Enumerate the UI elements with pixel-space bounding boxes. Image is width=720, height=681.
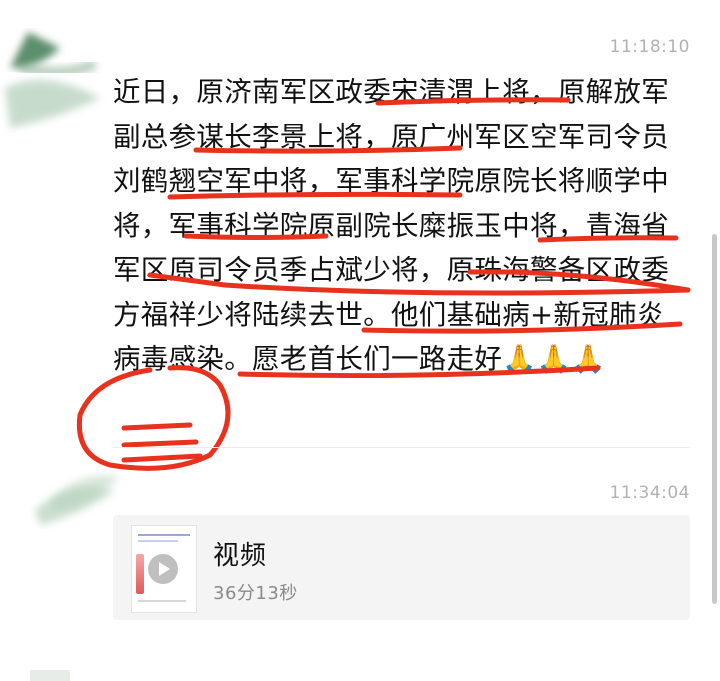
circle-mark [76,365,231,471]
message-text[interactable]: 近日，原济南军区政委宋清渭上将，原解放军副总参谋长李景上将，原广州军区空军司令员… [113,70,683,382]
message-timestamp: 11:18:10 [609,37,690,57]
thumbnail-figure [136,554,144,594]
sender-avatar[interactable] [0,28,110,138]
prayer-emoji: 🙏🙏🙏 [502,343,606,375]
video-timestamp: 11:34:04 [609,483,690,503]
thumbnail-line [138,534,190,536]
video-sender-avatar[interactable] [40,455,130,515]
video-title: 视频 [213,541,268,571]
video-duration: 36分13秒 [213,583,298,604]
message-body: 近日，原济南军区政委宋清渭上将，原解放军副总参谋长李景上将，原广州军区空军司令员… [113,76,669,375]
message-divider [113,447,690,448]
next-avatar[interactable] [30,670,70,681]
thumbnail-line [138,600,186,602]
video-card[interactable]: 视频 36分13秒 [113,515,690,620]
video-thumbnail[interactable] [131,525,197,613]
thumbnail-line [138,540,178,542]
play-icon[interactable] [148,554,178,584]
scribble-mark [121,422,203,463]
scrollbar[interactable] [712,234,717,604]
